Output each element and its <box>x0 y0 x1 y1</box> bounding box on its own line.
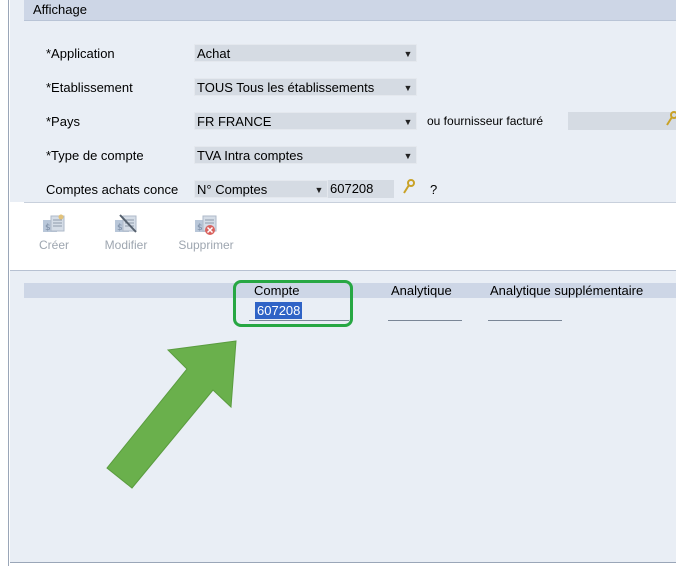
annotation-arrow <box>106 340 237 489</box>
grid-bottom-border <box>10 562 676 563</box>
arrow-shape <box>106 340 237 489</box>
